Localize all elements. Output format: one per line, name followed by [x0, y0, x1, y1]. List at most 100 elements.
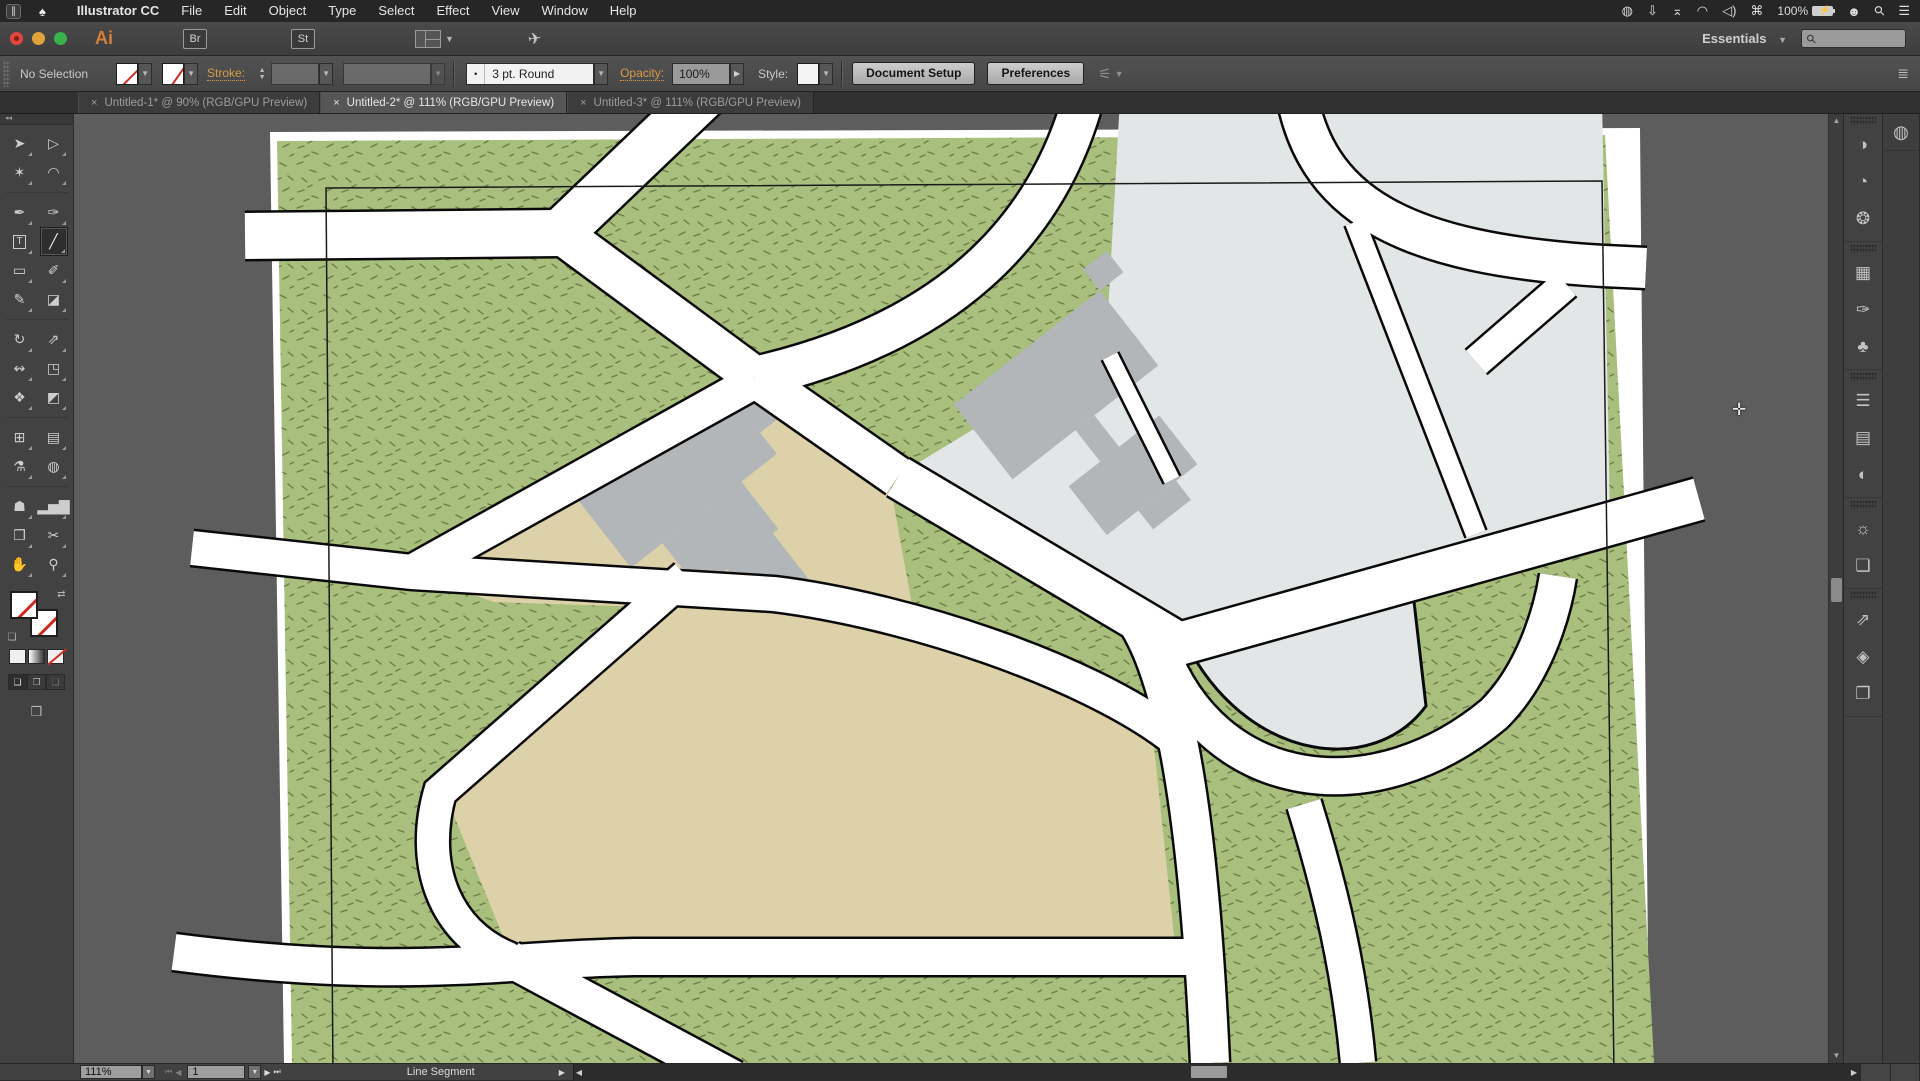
spotlight-icon[interactable]: ⚲: [1871, 2, 1889, 20]
width-profile-field[interactable]: [343, 63, 431, 85]
preferences-button[interactable]: Preferences: [987, 62, 1084, 85]
menu-view[interactable]: View: [481, 0, 531, 22]
symbol-sprayer-tool[interactable]: ☗: [6, 492, 34, 521]
draw-normal-mode-button[interactable]: ❏: [8, 674, 27, 690]
menu-help[interactable]: Help: [599, 0, 648, 22]
tab-close-icon[interactable]: ×: [580, 97, 586, 109]
slice-tool[interactable]: ✂: [40, 521, 68, 550]
graphic-styles-panel[interactable]: ❏: [1844, 547, 1882, 584]
layers-panel[interactable]: ◈: [1844, 638, 1882, 675]
color-themes-panel[interactable]: ❂: [1844, 200, 1882, 237]
stroke-panel-link[interactable]: Stroke:: [207, 66, 245, 81]
document-tab-3[interactable]: ×Untitled-3* @ 111% (RGB/GPU Preview): [567, 92, 814, 113]
scroll-down-arrow-icon[interactable]: ▼: [1829, 1049, 1843, 1063]
window-close-button[interactable]: [10, 32, 23, 45]
opacity-arrow-icon[interactable]: ▶: [730, 63, 744, 85]
color-guide-panel[interactable]: ◔: [1844, 163, 1882, 200]
menu-effect[interactable]: Effect: [426, 0, 481, 22]
symbols-panel[interactable]: ♣: [1844, 328, 1882, 365]
status-menu-arrow-icon[interactable]: ▶: [559, 1068, 565, 1077]
style-swatch[interactable]: [797, 63, 819, 85]
none-button[interactable]: [47, 649, 64, 664]
gradient-button[interactable]: [28, 649, 45, 664]
last-artboard-icon[interactable]: ⏭: [274, 1067, 281, 1077]
perspective-grid-tool[interactable]: ◩: [40, 383, 68, 412]
dock-group-grip[interactable]: [1850, 372, 1876, 381]
eraser-tool[interactable]: ◪: [40, 285, 68, 314]
default-fill-stroke-icon[interactable]: ❏: [8, 632, 17, 643]
previous-artboard-icon[interactable]: ◀: [175, 1068, 181, 1077]
appearance-panel[interactable]: ☼: [1844, 510, 1882, 547]
stroke-panel[interactable]: ☰: [1844, 382, 1882, 419]
brushes-panel[interactable]: ✑: [1844, 291, 1882, 328]
window-zoom-button[interactable]: [54, 32, 67, 45]
gradient-panel[interactable]: ▤: [1844, 419, 1882, 456]
gradient-tool[interactable]: ▤: [40, 423, 68, 452]
brush-caret-icon[interactable]: ▼: [594, 63, 608, 85]
brush-definition-field[interactable]: • 3 pt. Round: [466, 63, 594, 85]
vertical-scroll-thumb[interactable]: [1831, 578, 1842, 602]
width-profile-caret-icon[interactable]: ▼: [431, 63, 445, 85]
wifi-icon[interactable]: ◠: [1697, 3, 1708, 19]
fill-color-caret-icon[interactable]: ▼: [138, 63, 152, 85]
select-similar-caret-icon[interactable]: ▼: [1115, 69, 1124, 79]
document-canvas[interactable]: ✛ ▲ ▼: [74, 114, 1843, 1063]
blend-tool[interactable]: ◍: [40, 452, 68, 481]
volume-icon[interactable]: ◁): [1722, 3, 1736, 19]
magic-wand-tool[interactable]: ✶: [6, 158, 34, 187]
stroke-color-swatch[interactable]: [162, 63, 184, 85]
artboard-tool[interactable]: ❒: [6, 521, 34, 550]
style-caret-icon[interactable]: ▼: [819, 63, 833, 85]
hand-tool[interactable]: ✋: [6, 550, 34, 579]
parallels-icon[interactable]: ∥: [6, 4, 21, 19]
shape-builder-tool[interactable]: ❖: [6, 383, 34, 412]
tools-collapse-strip[interactable]: ◂◂: [0, 114, 73, 125]
type-tool[interactable]: T: [6, 227, 34, 256]
parallels-actions-icon[interactable]: ⇩: [1647, 3, 1658, 19]
arrange-documents-icon[interactable]: [415, 30, 441, 48]
menu-window[interactable]: Window: [530, 0, 598, 22]
scale-tool[interactable]: ⇗: [40, 325, 68, 354]
arrange-documents-caret-icon[interactable]: ▼: [445, 34, 454, 44]
apple-menu-icon[interactable]: ♠: [39, 4, 46, 19]
swap-fill-stroke-icon[interactable]: ⇄: [57, 589, 65, 600]
document-setup-button[interactable]: Document Setup: [852, 62, 975, 85]
menu-file[interactable]: File: [170, 0, 213, 22]
rectangle-tool[interactable]: ▭: [6, 256, 34, 285]
select-similar-icon[interactable]: ⚟: [1098, 65, 1111, 83]
width-tool[interactable]: ↭: [6, 354, 34, 383]
fill-swatch-none[interactable]: [10, 591, 38, 619]
menu-select[interactable]: Select: [367, 0, 425, 22]
rotate-tool[interactable]: ↻: [6, 325, 34, 354]
lasso-tool[interactable]: ◠: [40, 158, 68, 187]
app-menu-illustrator[interactable]: Illustrator CC: [66, 0, 170, 22]
dock-group-grip[interactable]: [1850, 591, 1876, 600]
menu-object[interactable]: Object: [258, 0, 318, 22]
paintbrush-tool[interactable]: ✐: [40, 256, 68, 285]
document-tab-1[interactable]: ×Untitled-1* @ 90% (RGB/GPU Preview): [78, 92, 320, 113]
line-segment-tool[interactable]: ╱: [40, 227, 68, 256]
keyboard-icon[interactable]: ⌘: [1750, 3, 1763, 19]
change-screen-mode-button[interactable]: ❒: [26, 704, 48, 720]
app-search-field[interactable]: ⚲: [1801, 29, 1906, 48]
vertical-scrollbar[interactable]: ▲ ▼: [1828, 114, 1843, 1063]
gpu-performance-icon[interactable]: ✈: [527, 28, 543, 50]
control-panel-menu-icon[interactable]: ≣: [1897, 65, 1910, 82]
opacity-panel-link[interactable]: Opacity:: [620, 66, 664, 81]
stroke-weight-caret-icon[interactable]: ▼: [319, 63, 333, 85]
scroll-left-arrow-icon[interactable]: ◀: [576, 1064, 582, 1081]
direct-selection-tool[interactable]: ▷: [40, 129, 68, 158]
bridge-button[interactable]: Br: [183, 29, 207, 49]
document-tab-2[interactable]: ×Untitled-2* @ 111% (RGB/GPU Preview): [320, 92, 567, 113]
zoom-tool[interactable]: ⚲: [40, 550, 68, 579]
draw-behind-mode-button[interactable]: ❐: [27, 674, 46, 690]
creative-cloud-icon[interactable]: ◍: [1622, 3, 1633, 19]
airplay-icon[interactable]: ⌅: [1672, 3, 1683, 19]
dock-group-grip[interactable]: [1850, 116, 1876, 125]
export-panel[interactable]: ⇗: [1844, 601, 1882, 638]
pencil-tool[interactable]: ✎: [6, 285, 34, 314]
zoom-level-caret-icon[interactable]: ▼: [142, 1065, 155, 1079]
stroke-weight-field[interactable]: [271, 63, 319, 85]
color-button[interactable]: [9, 649, 26, 664]
notification-center-icon[interactable]: ☰: [1898, 3, 1910, 19]
